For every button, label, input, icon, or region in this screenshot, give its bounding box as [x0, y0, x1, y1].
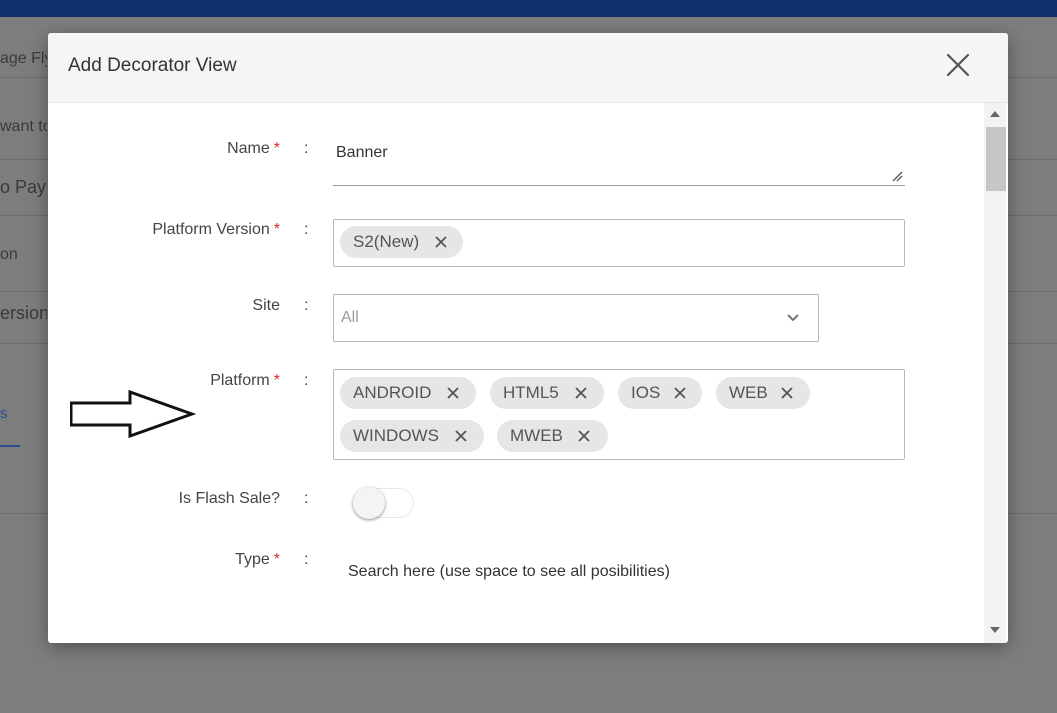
platform-version-label-text: Platform Version [152, 221, 270, 238]
annotation-arrow-icon [70, 390, 196, 438]
remove-chip-icon[interactable] [454, 429, 468, 443]
chip-mweb: MWEB [497, 420, 608, 452]
name-label-text: Name [227, 140, 270, 157]
colon: : [304, 297, 309, 314]
chip-android: ANDROID [340, 377, 476, 409]
chip-label: IOS [631, 383, 661, 402]
name-textarea[interactable]: Banner [333, 133, 905, 186]
chip-label: HTML5 [503, 383, 559, 402]
toggle-knob [353, 487, 385, 519]
bg-text: on [0, 246, 18, 263]
bg-tab-indicator [0, 445, 20, 447]
chip-label: MWEB [510, 426, 563, 445]
chip-web: WEB [716, 377, 810, 409]
scroll-up-icon[interactable] [990, 111, 1000, 117]
chip-windows: WINDOWS [340, 420, 484, 452]
remove-chip-icon[interactable] [574, 386, 588, 400]
chevron-down-icon [787, 314, 799, 322]
platform-version-multiselect[interactable]: S2(New) [333, 219, 905, 267]
chip-label: WEB [729, 383, 768, 402]
flash-sale-toggle[interactable] [353, 486, 416, 520]
platform-label: Platform * [48, 372, 280, 390]
dialog-header: Add Decorator View [48, 33, 1008, 103]
bg-text: age Fly [0, 50, 47, 67]
bg-tab: s [0, 405, 8, 422]
required-marker: * [273, 372, 280, 389]
platform-multiselect[interactable]: ANDROID HTML5 IOS WEB WINDOWS MWEB [333, 369, 905, 460]
scrollbar-thumb[interactable] [986, 127, 1006, 191]
flash-sale-label: Is Flash Sale? [48, 490, 280, 508]
site-label: Site [48, 297, 280, 315]
bg-text: want to [0, 118, 47, 135]
name-label: Name * [48, 140, 280, 158]
required-marker: * [273, 221, 280, 238]
remove-chip-icon[interactable] [673, 386, 687, 400]
platform-version-label: Platform Version * [48, 221, 280, 239]
type-label: Type * [48, 551, 280, 569]
close-icon[interactable] [944, 51, 972, 79]
dialog-title: Add Decorator View [68, 55, 237, 76]
bg-text: o Pay [0, 177, 47, 197]
type-search-input[interactable]: Search here (use space to see all posibi… [348, 563, 670, 581]
colon: : [304, 140, 309, 157]
colon: : [304, 221, 309, 238]
chip-html5: HTML5 [490, 377, 604, 409]
colon: : [304, 372, 309, 389]
remove-chip-icon[interactable] [446, 386, 460, 400]
chip-ios: IOS [618, 377, 702, 409]
colon: : [304, 490, 309, 507]
platform-label-text: Platform [210, 372, 270, 389]
chip-label: ANDROID [353, 383, 432, 402]
name-value: Banner [336, 144, 388, 161]
resize-handle-icon[interactable] [891, 170, 903, 182]
scroll-down-icon[interactable] [990, 627, 1000, 633]
type-label-text: Type [235, 551, 270, 568]
chip-label: WINDOWS [353, 426, 439, 445]
remove-chip-icon[interactable] [577, 429, 591, 443]
site-selected-value: All [341, 309, 359, 326]
chip-s2-new: S2(New) [340, 226, 463, 258]
remove-chip-icon[interactable] [780, 386, 794, 400]
dialog-scrollbar[interactable] [984, 103, 1006, 643]
required-marker: * [273, 551, 280, 568]
remove-chip-icon[interactable] [434, 235, 448, 249]
site-select[interactable]: All [333, 294, 819, 342]
colon: : [304, 551, 309, 568]
bg-text: ersion [0, 303, 47, 323]
required-marker: * [273, 140, 280, 157]
top-app-bar [0, 0, 1057, 17]
flash-sale-label-text: Is Flash Sale? [178, 490, 280, 507]
chip-label: S2(New) [353, 232, 420, 251]
site-label-text: Site [252, 297, 280, 314]
add-decorator-view-dialog: Add Decorator View Name * : Banner Platfo… [48, 33, 1008, 643]
